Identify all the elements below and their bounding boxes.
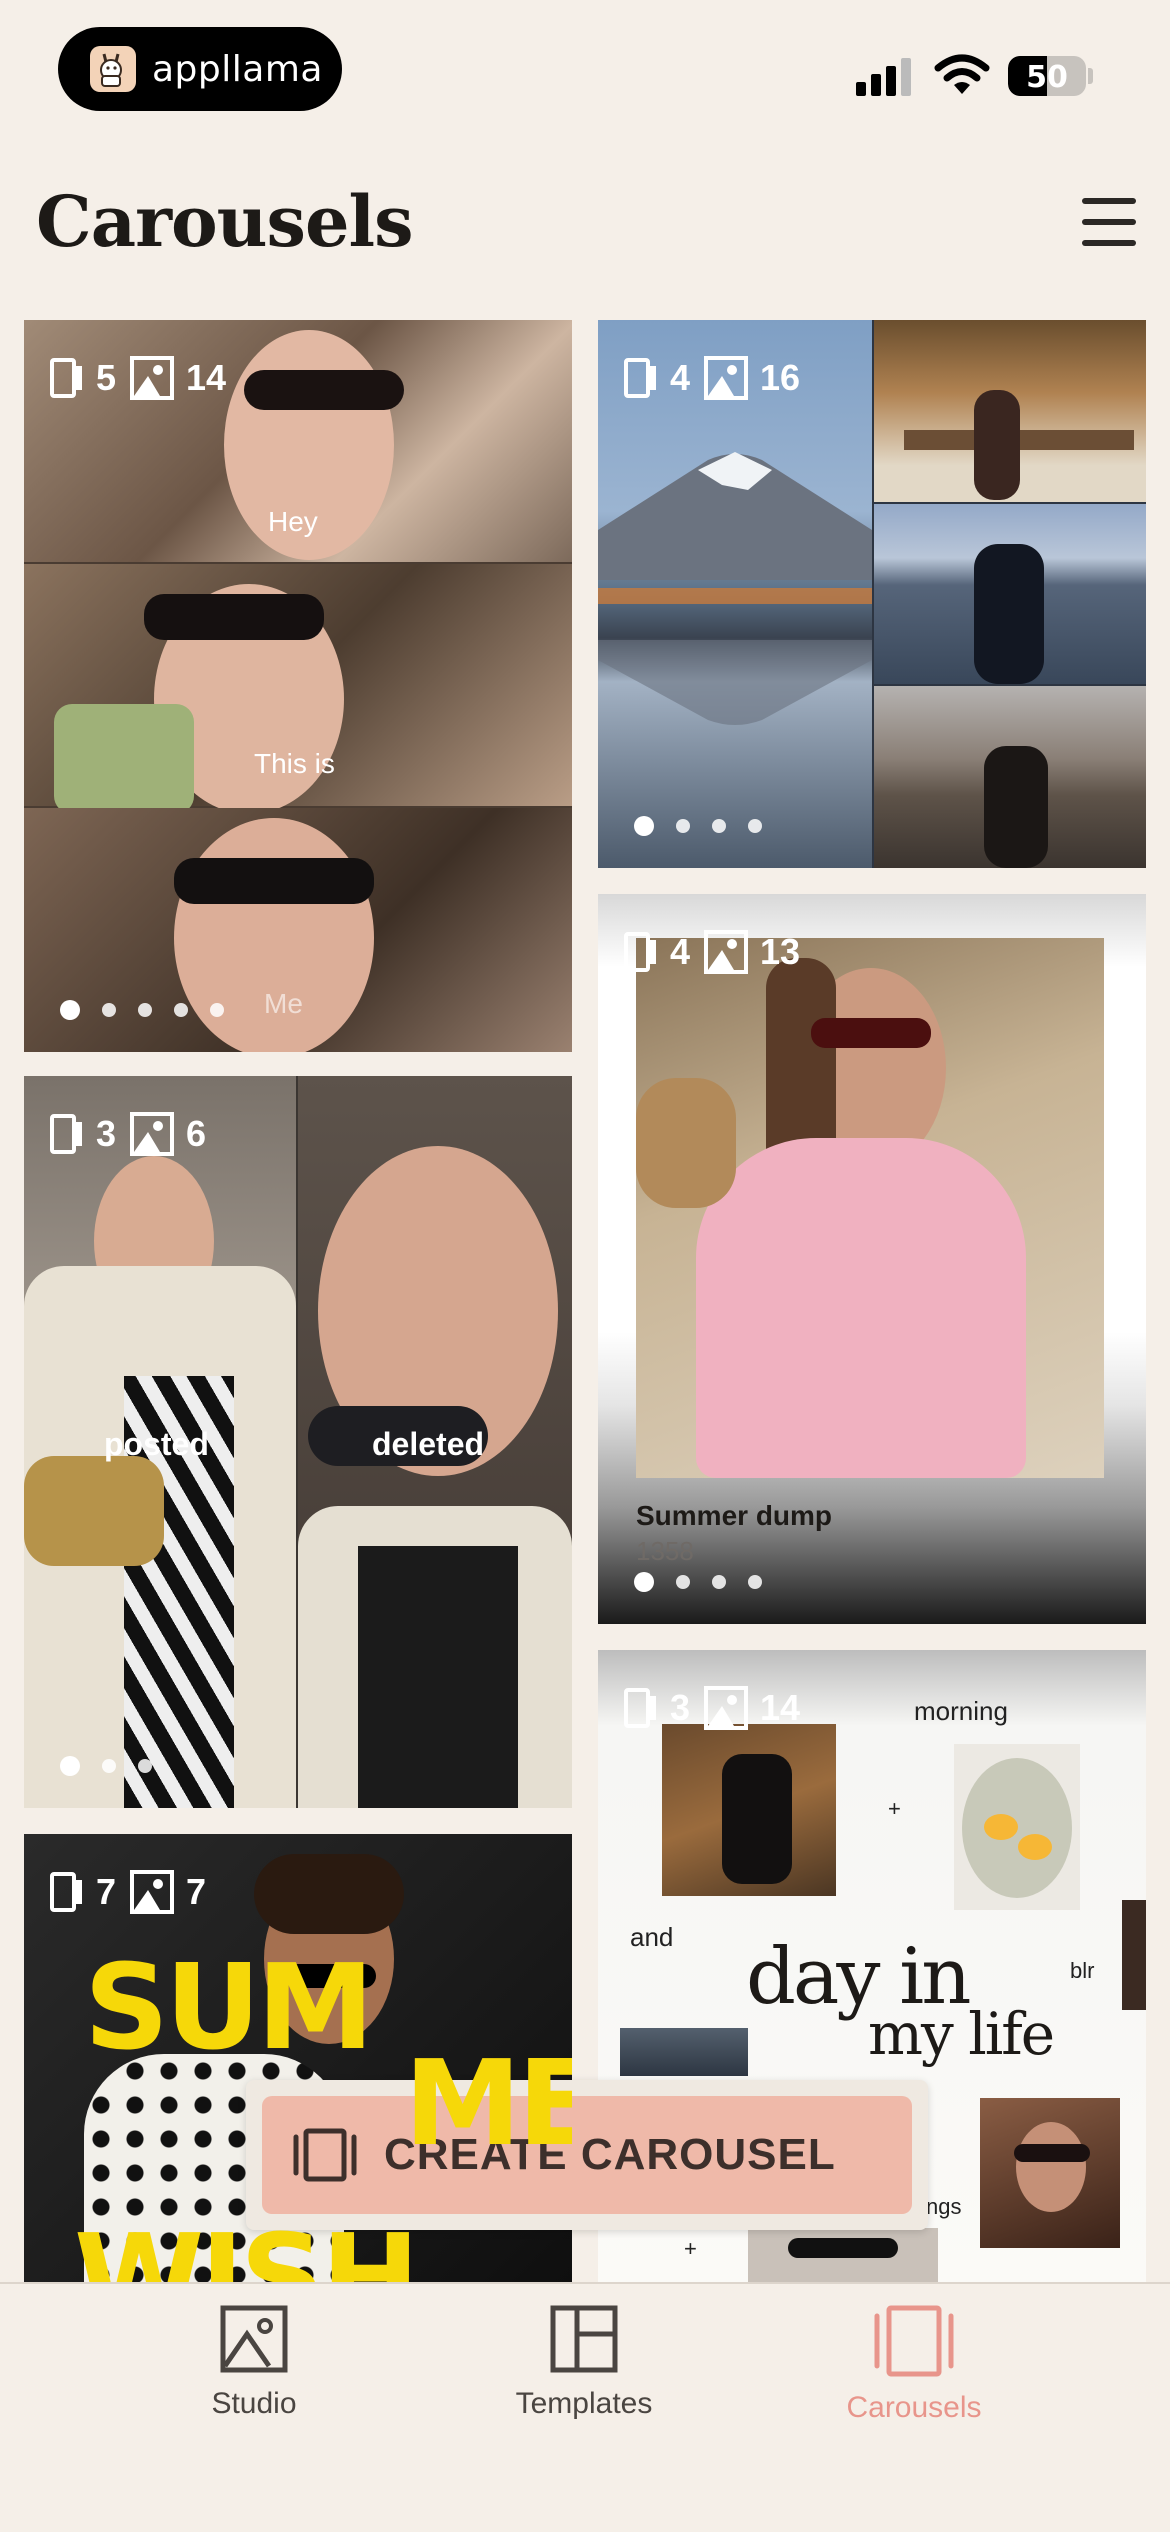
card-badges: 3 14	[624, 1686, 800, 1730]
slide-text: my life	[868, 2000, 1055, 2068]
slide-text: WISH	[74, 2208, 420, 2282]
nav-label: Studio	[211, 2387, 297, 2420]
card-badges: 3 6	[50, 1112, 206, 1156]
carousel-card[interactable]: posted deleted 3 6	[24, 1076, 572, 1808]
nav-studio[interactable]: Studio	[154, 2304, 354, 2421]
photo	[620, 2028, 748, 2076]
nav-label: Templates	[515, 2387, 653, 2420]
nav-carousels[interactable]: Carousels	[814, 2304, 1014, 2425]
slide-text: +	[684, 2236, 697, 2261]
image-icon	[704, 930, 749, 974]
card-badges: 5 14	[50, 356, 226, 400]
slides-icon	[50, 358, 82, 398]
photo	[874, 686, 1146, 868]
page-dots	[60, 1000, 224, 1020]
bottom-nav: Studio Templates Carousels	[0, 2282, 1170, 2532]
carousel-card[interactable]: Summer dump 1358 4 13	[598, 894, 1146, 1624]
status-bar: appllama 50	[0, 0, 1170, 150]
templates-layout-icon	[550, 2305, 618, 2373]
slide-text: MER	[404, 2034, 572, 2172]
slides-count: 4	[670, 357, 691, 398]
card-badges: 4 16	[624, 356, 800, 400]
llama-logo-icon	[90, 46, 136, 92]
image-icon	[130, 1112, 175, 1156]
images-count: 7	[186, 1871, 207, 1912]
slides-count: 3	[96, 1113, 117, 1154]
battery-indicator: 50	[1008, 56, 1086, 96]
slides-icon	[624, 932, 656, 972]
slide-text: Hey	[268, 506, 318, 537]
slides-count: 7	[96, 1871, 117, 1912]
page-dots	[634, 1572, 762, 1592]
nav-templates[interactable]: Templates	[484, 2304, 684, 2421]
photo	[874, 320, 1146, 502]
slide-text: and	[630, 1922, 674, 1952]
slide-text: Me	[264, 988, 303, 1019]
slides-icon	[624, 1688, 656, 1728]
photo	[662, 1724, 836, 1896]
slides-count: 4	[670, 931, 691, 972]
create-carousel-button[interactable]: CREATE CAROUSEL	[262, 2096, 912, 2214]
images-count: 16	[760, 357, 801, 398]
image-icon	[704, 356, 749, 400]
app-name: appllama	[152, 48, 323, 90]
carousel-card[interactable]: 4 16	[598, 320, 1146, 868]
slides-icon	[624, 358, 656, 398]
photo	[748, 2228, 938, 2282]
slide-text: ngs	[926, 2194, 962, 2219]
app-pill[interactable]: appllama	[58, 27, 342, 111]
carousel-subtitle: 1358	[636, 1536, 694, 1566]
slide-text: posted	[104, 1426, 209, 1462]
slide-text: SUM	[84, 1938, 374, 2076]
cellular-signal-icon	[856, 58, 911, 96]
images-count: 13	[760, 931, 801, 972]
images-count: 14	[760, 1687, 801, 1728]
photo	[636, 938, 1104, 1478]
slide-text: morning	[914, 1696, 1008, 1726]
card-badges: 7 7	[50, 1870, 206, 1914]
hamburger-menu-icon[interactable]	[1082, 198, 1136, 246]
images-count: 6	[186, 1113, 207, 1154]
slides-count: 3	[670, 1687, 691, 1728]
battery-level: 50	[1026, 60, 1068, 95]
image-icon	[130, 1870, 175, 1914]
photo	[954, 1744, 1080, 1910]
page-dots	[634, 816, 762, 836]
slide-text: +	[888, 1796, 901, 1821]
image-icon	[704, 1686, 749, 1730]
carousel-card[interactable]: Hey This is Me 5 14	[24, 320, 572, 1052]
slides-icon	[50, 1872, 82, 1912]
photo	[598, 320, 872, 868]
page-dots	[60, 1756, 152, 1776]
slides-count: 5	[96, 357, 117, 398]
slide-text: This is	[254, 748, 335, 779]
page-title: Carousels	[36, 180, 413, 263]
images-count: 14	[186, 357, 227, 398]
slide-text: blr	[1070, 1958, 1095, 1983]
photo	[980, 2098, 1120, 2248]
photo	[874, 504, 1146, 684]
photo	[1122, 1900, 1146, 2010]
image-icon	[130, 356, 175, 400]
card-badges: 4 13	[624, 930, 800, 974]
wifi-icon	[934, 54, 990, 94]
nav-label: Carousels	[846, 2391, 982, 2424]
carousels-icon	[874, 2305, 954, 2377]
carousel-icon	[293, 2128, 357, 2182]
carousel-title: Summer dump	[636, 1500, 833, 1531]
studio-image-icon	[220, 2305, 288, 2373]
battery-tip	[1088, 68, 1093, 84]
slide-text: deleted	[372, 1426, 485, 1462]
slides-icon	[50, 1114, 82, 1154]
